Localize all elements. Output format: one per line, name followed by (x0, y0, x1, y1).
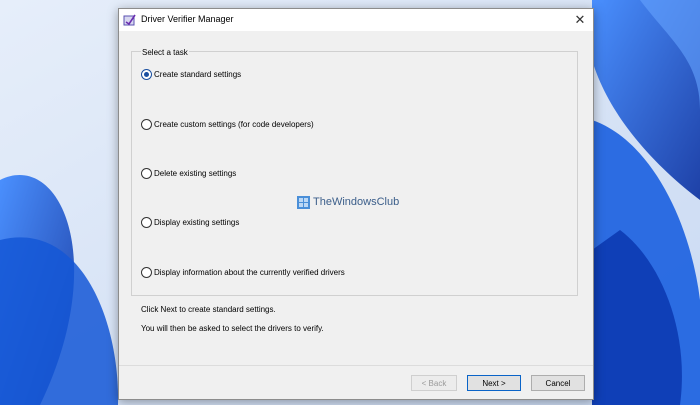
groupbox-label: Select a task (141, 48, 189, 57)
window-title: Driver Verifier Manager (141, 14, 234, 24)
footer-divider (119, 365, 593, 366)
title-bar[interactable]: Driver Verifier Manager ✕ (119, 9, 593, 31)
option-label[interactable]: Display existing settings (154, 217, 239, 228)
option-label[interactable]: Display information about the currently … (154, 267, 345, 278)
thewindowsclub-logo-icon (297, 196, 310, 209)
option-label[interactable]: Delete existing settings (154, 168, 236, 179)
info-line-2: You will then be asked to select the dri… (141, 324, 324, 333)
next-button[interactable]: Next > (467, 375, 521, 391)
close-button[interactable]: ✕ (567, 9, 593, 31)
driver-verifier-app-icon (123, 14, 136, 26)
watermark-text: TheWindowsClub (313, 196, 400, 208)
radio-button[interactable] (141, 168, 152, 179)
back-button[interactable]: < Back (411, 375, 457, 391)
close-icon: ✕ (574, 12, 586, 27)
radio-button[interactable] (141, 217, 152, 228)
radio-button[interactable] (141, 267, 152, 278)
radio-button-checked[interactable] (141, 69, 152, 80)
option-label[interactable]: Create standard settings (154, 69, 241, 80)
info-line-1: Click Next to create standard settings. (141, 305, 276, 314)
driver-verifier-window: Driver Verifier Manager ✕ Select a task … (118, 8, 594, 400)
cancel-button[interactable]: Cancel (531, 375, 585, 391)
option-label[interactable]: Create custom settings (for code develop… (154, 119, 314, 130)
radio-button[interactable] (141, 119, 152, 130)
